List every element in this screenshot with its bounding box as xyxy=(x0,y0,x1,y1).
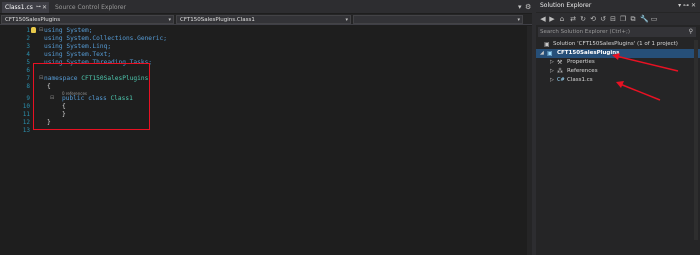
solution-explorer-toolbar: ◀ ▶ ⌂ ⇄ ↻ ⟲ ↺ ⊟ ❐ ⧉ 🔧 ▭ xyxy=(536,13,700,25)
search-icon[interactable]: ⚲ xyxy=(689,27,693,37)
line-number: 6 xyxy=(26,67,30,74)
pending-changes-filter-icon[interactable]: ↻ xyxy=(579,15,587,23)
properties-wrench-icon[interactable]: 🔧 xyxy=(640,15,649,23)
show-all-files-icon[interactable]: ❐ xyxy=(619,15,627,23)
panel-title: Solution Explorer xyxy=(540,2,592,9)
code-line[interactable]: using System.Text; xyxy=(44,51,111,58)
copy-icon[interactable]: ⧉ xyxy=(629,15,637,23)
solution-vertical-scrollbar[interactable] xyxy=(694,40,698,240)
line-number: 10 xyxy=(22,103,30,110)
forward-icon[interactable]: ▶ xyxy=(548,15,556,23)
chevron-right-icon[interactable]: ▷ xyxy=(550,76,554,85)
solution-explorer-title-bar: Solution Explorer ▾ ⊶ ✕ xyxy=(536,0,700,12)
tree-item-label: Class1.cs xyxy=(567,77,593,83)
type-combo-value: CFT150SalesPlugins.Class1 xyxy=(180,17,255,23)
home-icon[interactable]: ⌂ xyxy=(558,15,566,23)
panel-window-controls[interactable]: ▾ ⊶ ✕ xyxy=(678,0,696,12)
line-number: 9 xyxy=(26,95,30,102)
tab-class1-cs[interactable]: Class1.cs ⊶ ✕ xyxy=(2,2,49,13)
code-editor-pane: Class1.cs ⊶ ✕ Source Control Explorer ▾ … xyxy=(0,0,532,255)
tree-item-label: Properties xyxy=(567,59,595,65)
csharp-file-icon: C# xyxy=(557,77,565,83)
navigation-bar: CFT150SalesPlugins ▾ CFT150SalesPlugins.… xyxy=(0,14,532,25)
line-number: 3 xyxy=(26,43,30,50)
collapse-all-icon[interactable]: ⊟ xyxy=(609,15,617,23)
search-placeholder: Search Solution Explorer (Ctrl+;) xyxy=(540,29,630,35)
close-icon[interactable]: ✕ xyxy=(42,2,47,13)
sync-icon[interactable]: ⟲ xyxy=(589,15,597,23)
pin-icon[interactable]: ⊶ xyxy=(36,2,41,13)
member-combo[interactable]: ▾ xyxy=(353,15,523,24)
line-number: 13 xyxy=(22,127,30,134)
tab-label: Source Control Explorer xyxy=(55,4,127,11)
line-number: 12 xyxy=(22,119,30,126)
preview-icon[interactable]: ▭ xyxy=(650,15,658,23)
highlight-box xyxy=(33,63,150,130)
code-line[interactable]: using System; xyxy=(44,27,92,34)
editor-vertical-scrollbar[interactable] xyxy=(527,26,532,255)
code-line[interactable]: using System.Linq; xyxy=(44,43,111,50)
solution-icon: ▣ xyxy=(544,41,550,48)
chevron-down-icon: ▾ xyxy=(345,17,348,23)
gear-icon[interactable]: ⚙ xyxy=(525,3,531,11)
arrowhead xyxy=(612,53,620,60)
project-combo-value: CFT150SalesPlugins xyxy=(5,17,61,23)
annotation-arrows xyxy=(612,53,679,101)
line-number: 1 xyxy=(26,27,30,34)
tab-label: Class1.cs xyxy=(5,4,33,11)
lightbulb-icon[interactable] xyxy=(31,27,36,33)
annotation-arrow xyxy=(619,83,661,101)
line-number: 4 xyxy=(26,51,30,58)
line-number: 2 xyxy=(26,35,30,42)
line-number: 5 xyxy=(26,59,30,66)
back-icon[interactable]: ◀ xyxy=(539,15,547,23)
line-number: 8 xyxy=(26,83,30,90)
document-tab-bar: Class1.cs ⊶ ✕ Source Control Explorer ▾ … xyxy=(0,0,532,13)
solution-explorer-pane: Solution Explorer ▾ ⊶ ✕ ◀ ▶ ⌂ ⇄ ↻ ⟲ ↺ ⊟ … xyxy=(536,0,700,255)
tab-source-control-explorer[interactable]: Source Control Explorer xyxy=(52,2,142,13)
chevron-down-icon: ▾ xyxy=(168,17,171,23)
refresh-icon[interactable]: ↺ xyxy=(599,15,607,23)
chevron-down-icon: ▾ xyxy=(517,17,520,23)
tree-item-label: References xyxy=(567,68,598,74)
annotation-arrow xyxy=(615,55,679,72)
type-combo[interactable]: CFT150SalesPlugins.Class1 ▾ xyxy=(176,15,351,24)
references-icon: ⁂ xyxy=(557,68,563,75)
chevron-right-icon[interactable]: ▷ xyxy=(550,67,554,76)
switch-views-icon[interactable]: ⇄ xyxy=(569,15,577,23)
tab-list-dropdown-icon[interactable]: ▾ xyxy=(518,3,522,11)
solution-search-input[interactable]: Search Solution Explorer (Ctrl+;) ⚲ xyxy=(538,27,696,37)
collapse-icon[interactable]: ⊟ xyxy=(39,27,43,33)
chevron-right-icon[interactable]: ▷ xyxy=(550,58,554,67)
line-number: 7 xyxy=(26,75,30,82)
chevron-down-icon[interactable]: ◢ xyxy=(540,49,544,58)
csharp-project-icon: ▣ xyxy=(547,50,553,57)
code-line[interactable]: using System.Collections.Generic; xyxy=(44,35,167,42)
wrench-icon: ⚒ xyxy=(557,59,563,66)
project-combo[interactable]: CFT150SalesPlugins ▾ xyxy=(1,15,174,24)
line-number: 11 xyxy=(22,111,30,118)
